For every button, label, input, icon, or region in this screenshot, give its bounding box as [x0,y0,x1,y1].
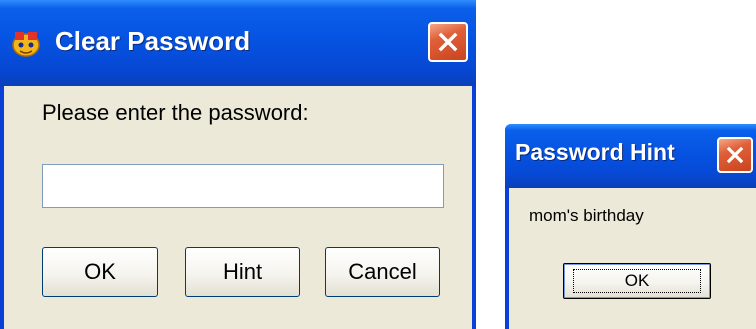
hint-button[interactable]: Hint [185,247,300,297]
hint-ok-button[interactable]: OK [563,263,711,299]
password-input[interactable] [42,164,444,208]
clear-password-title-bar[interactable]: Clear Password [0,0,476,86]
app-icon [10,28,42,58]
cancel-button[interactable]: Cancel [325,247,440,297]
clear-password-title: Clear Password [55,26,251,56]
password-hint-close-button[interactable] [717,137,753,173]
hint-ok-label: OK [573,269,701,293]
clear-password-close-button[interactable] [428,22,468,62]
clear-password-dialog: Clear Password Please enter the password… [0,0,476,329]
ok-button[interactable]: OK [42,247,158,297]
close-icon [438,32,458,52]
clear-password-client-area: Please enter the password: OK Hint Cance… [4,86,472,329]
password-hint-client-area: mom's birthday OK [509,188,756,329]
password-hint-text: mom's birthday [529,206,644,225]
close-icon [726,146,744,164]
password-prompt-label: Please enter the password: [42,100,309,125]
password-hint-dialog: Password Hint mom's birthday OK [505,124,756,329]
password-hint-title-bar[interactable]: Password Hint [505,124,756,188]
password-hint-title: Password Hint [515,139,675,165]
